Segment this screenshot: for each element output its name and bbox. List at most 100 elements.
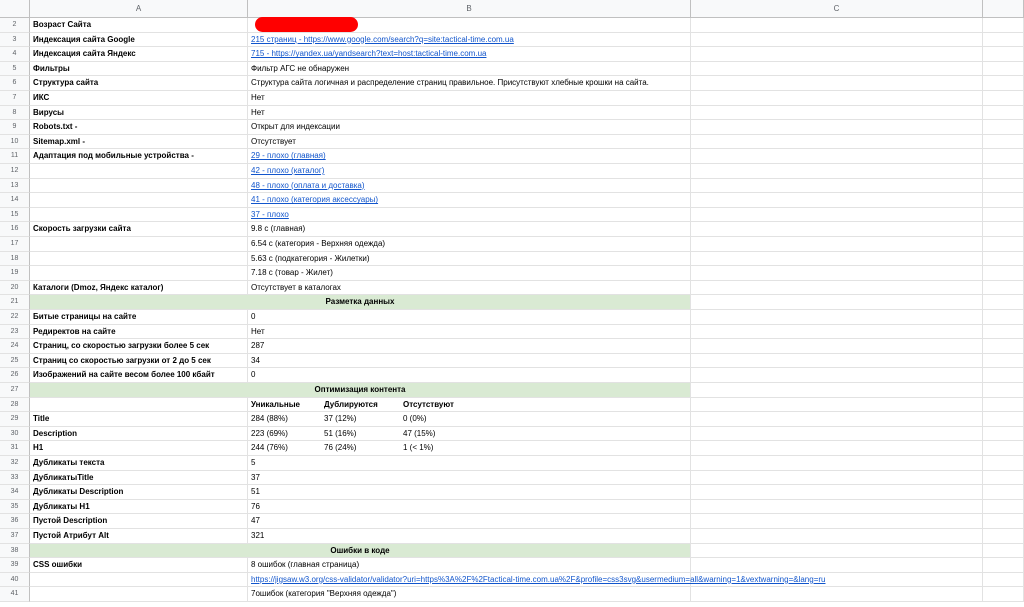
cell-b[interactable]: 321 <box>248 529 691 544</box>
row-number[interactable]: 11 <box>0 149 30 164</box>
column-header-a[interactable]: A <box>30 0 248 18</box>
cell-b[interactable]: 715 - https://yandex.ua/yandsearch?text=… <box>248 47 691 62</box>
cell-c[interactable] <box>691 61 983 77</box>
row-number[interactable]: 12 <box>0 164 30 179</box>
cell-b[interactable]: Фильтр АГС не обнаружен <box>248 61 691 77</box>
cell-b[interactable]: 9.8 с (главная) <box>248 222 691 237</box>
cell-c[interactable] <box>691 120 983 135</box>
cell-c[interactable] <box>691 251 983 267</box>
cell-c[interactable] <box>691 149 983 164</box>
cell-b[interactable]: 215 страниц - https://www.google.com/sea… <box>248 32 691 48</box>
cell-a[interactable]: Дубликаты Description <box>30 485 248 500</box>
cell-c[interactable] <box>691 587 983 602</box>
cell-d[interactable] <box>983 134 1024 150</box>
cell-a[interactable]: ИКС <box>30 91 248 106</box>
cell-d[interactable] <box>983 426 1024 442</box>
cell-b[interactable]: 7.18 с (товар - Жилет) <box>248 266 691 281</box>
cell-a[interactable]: Индексация сайта Google <box>30 32 248 48</box>
cell-a[interactable]: Пустой Атрибут Alt <box>30 529 248 544</box>
cell-b[interactable]: 42 - плохо (каталог) <box>248 164 691 179</box>
cell-a[interactable]: CSS ошибки <box>30 558 248 573</box>
cell-c[interactable] <box>691 529 983 544</box>
cell-c[interactable] <box>691 485 983 500</box>
cell-d[interactable] <box>983 456 1024 471</box>
row-number[interactable]: 41 <box>0 587 30 602</box>
cell-b[interactable]: 244 (76%) 76 (24%) 1 (< 1%) <box>248 441 691 456</box>
cell-c[interactable] <box>691 266 983 281</box>
cell-b[interactable]: 287 <box>248 339 691 354</box>
cell-c[interactable] <box>691 105 983 121</box>
cell-b[interactable]: Нет <box>248 105 691 121</box>
cell-d[interactable] <box>983 558 1024 573</box>
cell-a[interactable]: Фильтры <box>30 61 248 77</box>
cell-a[interactable]: Изображений на сайте весом более 100 кба… <box>30 368 248 383</box>
row-number[interactable]: 39 <box>0 558 30 573</box>
section-header-cell[interactable]: Оптимизация контента <box>30 383 691 398</box>
cell-a[interactable] <box>30 587 248 602</box>
cell-a[interactable] <box>30 164 248 179</box>
cell-a[interactable]: Возраст Сайта <box>30 18 248 33</box>
cell-d[interactable] <box>983 32 1024 48</box>
cell-d[interactable] <box>983 47 1024 62</box>
cell-d[interactable] <box>983 18 1024 33</box>
cell-d[interactable] <box>983 324 1024 340</box>
cell-b[interactable]: 284 (88%) 37 (12%) 0 (0%) <box>248 412 691 427</box>
cell-link[interactable]: 41 - плохо (категория аксессуары) <box>251 195 378 204</box>
cell-d[interactable] <box>983 543 1024 559</box>
cell-d[interactable] <box>983 397 1024 413</box>
cell-d[interactable] <box>983 441 1024 456</box>
cell-a[interactable] <box>30 193 248 208</box>
cell-a[interactable]: Страниц, со скоростью загрузки более 5 с… <box>30 339 248 354</box>
row-number[interactable]: 27 <box>0 383 30 398</box>
cell-c[interactable] <box>691 310 983 325</box>
cell-a[interactable]: H1 <box>30 441 248 456</box>
cell-b[interactable]: 48 - плохо (оплата и доставка) <box>248 178 691 194</box>
cell-b[interactable]: Открыт для индексации <box>248 120 691 135</box>
cell-d[interactable] <box>983 178 1024 194</box>
row-number[interactable]: 33 <box>0 470 30 486</box>
cell-c[interactable] <box>691 91 983 106</box>
cell-c[interactable] <box>691 456 983 471</box>
cell-a[interactable]: Title <box>30 412 248 427</box>
cell-d[interactable] <box>983 572 1024 588</box>
row-number[interactable]: 36 <box>0 514 30 529</box>
cell-d[interactable] <box>983 295 1024 310</box>
cell-b[interactable]: 47 <box>248 514 691 529</box>
cell-c[interactable] <box>691 499 983 515</box>
cell-b[interactable]: 5.63 с (подкатегория - Жилетки) <box>248 251 691 267</box>
cell-b[interactable]: 6.54 с (категория - Верхняя одежда) <box>248 237 691 252</box>
row-number[interactable]: 21 <box>0 295 30 310</box>
cell-d[interactable] <box>983 61 1024 77</box>
cell-b[interactable]: Нет <box>248 324 691 340</box>
cell-d[interactable] <box>983 499 1024 515</box>
cell-b[interactable]: 34 <box>248 353 691 369</box>
cell-a[interactable]: Description <box>30 426 248 442</box>
row-number[interactable]: 32 <box>0 456 30 471</box>
cell-d[interactable] <box>983 149 1024 164</box>
cell-c[interactable] <box>691 222 983 237</box>
cell-link[interactable]: 215 страниц - https://www.google.com/sea… <box>251 35 514 44</box>
row-number[interactable]: 28 <box>0 397 30 413</box>
cell-c[interactable] <box>691 426 983 442</box>
cell-c[interactable] <box>691 18 983 33</box>
cell-c[interactable] <box>691 280 983 296</box>
cell-d[interactable] <box>983 105 1024 121</box>
row-number[interactable]: 19 <box>0 266 30 281</box>
row-number[interactable]: 3 <box>0 32 30 48</box>
cell-c[interactable] <box>691 295 983 310</box>
cell-d[interactable] <box>983 529 1024 544</box>
cell-d[interactable] <box>983 237 1024 252</box>
row-number[interactable]: 7 <box>0 91 30 106</box>
cell-c[interactable] <box>691 178 983 194</box>
cell-b[interactable]: 8 ошибок (главная страница) <box>248 558 691 573</box>
column-header-d[interactable] <box>983 0 1024 18</box>
cell-c[interactable] <box>691 514 983 529</box>
cell-d[interactable] <box>983 120 1024 135</box>
cell-a[interactable] <box>30 178 248 194</box>
cell-d[interactable] <box>983 280 1024 296</box>
cell-d[interactable] <box>983 412 1024 427</box>
cell-d[interactable] <box>983 485 1024 500</box>
row-number[interactable]: 24 <box>0 339 30 354</box>
cell-b[interactable]: 223 (69%) 51 (16%) 47 (15%) <box>248 426 691 442</box>
row-number[interactable]: 17 <box>0 237 30 252</box>
